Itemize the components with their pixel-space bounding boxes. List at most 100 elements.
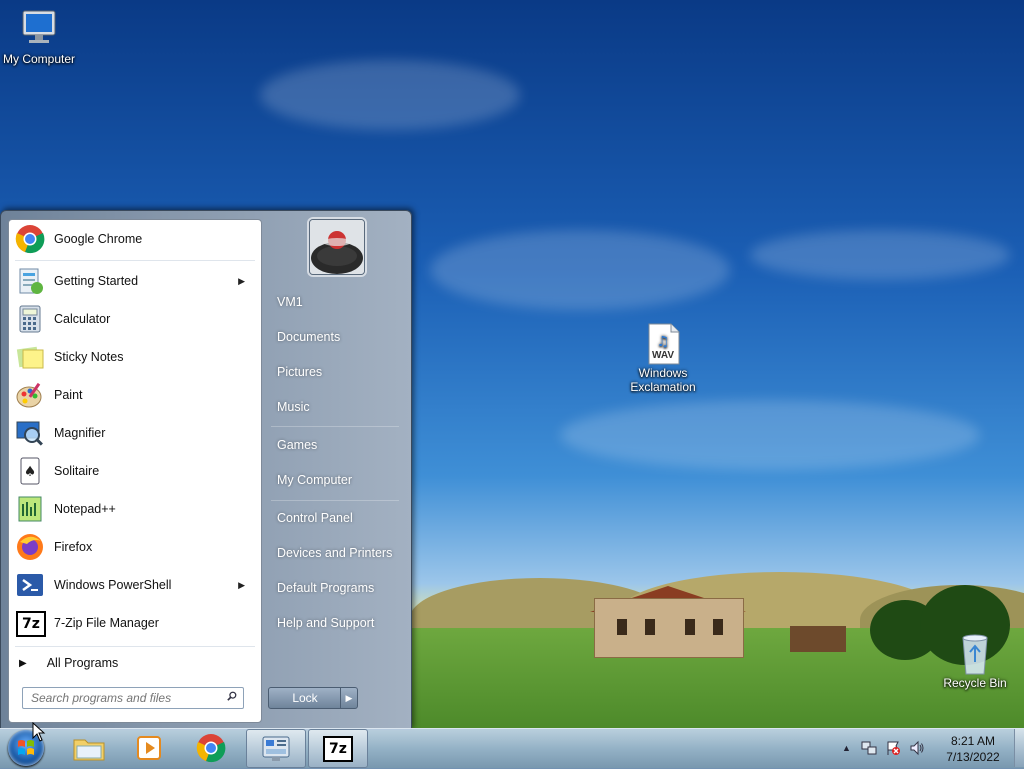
program-label: Solitaire (54, 464, 100, 478)
program-firefox[interactable]: Firefox (13, 530, 257, 564)
program-label: Paint (54, 388, 83, 402)
start-link-label: Default Programs (277, 581, 375, 595)
start-link-label: Documents (277, 330, 341, 344)
separator (15, 646, 255, 647)
program-calculator[interactable]: Calculator (13, 302, 257, 336)
start-link-vm1[interactable]: VM1 (269, 287, 405, 317)
all-programs-label: All Programs (46, 656, 119, 670)
paint-icon (15, 380, 45, 410)
start-link-documents[interactable]: Documents (269, 322, 405, 352)
start-link-music[interactable]: Music (269, 392, 405, 422)
program-label: Windows PowerShell (54, 578, 172, 592)
getting-started-icon (15, 266, 45, 296)
program-7zip[interactable]: 7z 7-Zip File Manager (13, 606, 257, 640)
7zip-icon: 7z (323, 735, 353, 762)
lock-button[interactable]: Lock (268, 687, 342, 709)
media-player-icon (137, 735, 161, 760)
separator (271, 500, 399, 501)
start-link-label: Devices and Printers (277, 546, 393, 560)
taskbar-7zip[interactable]: 7z (308, 729, 368, 768)
program-label: Firefox (54, 540, 93, 554)
program-paint[interactable]: Paint (13, 378, 257, 412)
start-link-pictures[interactable]: Pictures (269, 357, 405, 387)
chrome-icon (196, 733, 226, 762)
desktop-icon-windows-exclamation[interactable]: ♫ WAV Windows Exclamation (620, 322, 706, 394)
search-icon[interactable] (227, 691, 237, 701)
show-hidden-icons-icon[interactable]: ▲ (842, 743, 851, 753)
start-link-label: Control Panel (277, 511, 353, 525)
desktop-icon-label: Windows Exclamation (630, 366, 696, 394)
search-input[interactable] (29, 690, 223, 706)
svg-text:♫: ♫ (657, 334, 670, 350)
7zip-icon-text: 7z (16, 611, 46, 637)
action-center-flag-icon[interactable] (885, 740, 901, 756)
powershell-icon (15, 570, 45, 600)
start-link-games[interactable]: Games (269, 430, 405, 460)
submenu-arrow-icon[interactable]: ▶ (238, 276, 245, 287)
program-notepadpp[interactable]: Notepad++ (13, 492, 257, 526)
submenu-arrow-icon[interactable]: ▶ (238, 580, 245, 591)
start-link-label: VM1 (277, 295, 303, 309)
desktop-icon-my-computer[interactable]: My Computer (0, 8, 82, 66)
program-label: Getting Started (54, 274, 139, 288)
program-solitaire[interactable]: ♠ Solitaire (13, 454, 257, 488)
user-picture[interactable] (309, 219, 365, 275)
program-google-chrome[interactable]: Google Chrome (13, 222, 257, 256)
separator (15, 260, 255, 261)
desktop-icon-label: Recycle Bin (943, 676, 1007, 690)
start-link-label: Help and Support (277, 616, 375, 630)
taskbar-chrome[interactable] (182, 729, 240, 766)
separator (271, 426, 399, 427)
clock[interactable]: 8:21 AM 7/13/2022 (934, 733, 1012, 765)
shutdown-options-arrow-icon[interactable]: ▶ (340, 687, 358, 709)
start-menu: Google Chrome Getting Started ▶ Calculat… (0, 210, 412, 730)
program-label: Sticky Notes (54, 350, 124, 364)
search-box[interactable] (22, 687, 244, 709)
wav-badge: WAV (651, 350, 675, 361)
mouse-cursor-icon (32, 721, 46, 745)
start-link-control-panel[interactable]: Control Panel (269, 503, 405, 533)
solitaire-icon: ♠ (15, 456, 45, 486)
program-sticky-notes[interactable]: Sticky Notes (13, 340, 257, 374)
chrome-icon (15, 224, 45, 254)
show-desktop-button[interactable] (1014, 729, 1024, 767)
start-link-label: Music (277, 400, 310, 414)
programs-pane: Google Chrome Getting Started ▶ Calculat… (8, 219, 262, 723)
firefox-icon (15, 532, 45, 562)
taskbar-explorer[interactable] (60, 729, 118, 766)
program-label: Calculator (54, 312, 111, 326)
start-link-help-support[interactable]: Help and Support (269, 608, 405, 638)
taskbar-control-panel[interactable] (246, 729, 306, 768)
start-link-devices-printers[interactable]: Devices and Printers (269, 538, 405, 568)
start-link-my-computer[interactable]: My Computer (269, 465, 405, 495)
clock-time: 8:21 AM (950, 734, 996, 748)
program-windows-powershell[interactable]: Windows PowerShell ▶ (13, 568, 257, 602)
system-tray: ▲ (842, 728, 925, 768)
start-link-label: Pictures (277, 365, 323, 379)
folder-icon (73, 739, 105, 760)
program-getting-started[interactable]: Getting Started ▶ (13, 264, 257, 298)
network-icon[interactable] (861, 740, 877, 756)
volume-icon[interactable] (909, 740, 925, 756)
magnifier-icon (15, 418, 45, 448)
program-magnifier[interactable]: Magnifier (13, 416, 257, 450)
calculator-icon (15, 304, 45, 334)
start-link-label: Games (277, 438, 318, 452)
svg-text:♠: ♠ (24, 464, 37, 480)
program-label: Notepad++ (54, 502, 116, 516)
computer-icon (17, 8, 61, 48)
recycle-bin-icon (953, 632, 997, 675)
start-link-default-programs[interactable]: Default Programs (269, 573, 405, 603)
taskbar-media-player[interactable] (120, 729, 178, 766)
all-programs-button[interactable]: ▶ All Programs (17, 652, 257, 674)
7zip-icon: 7z (15, 608, 46, 638)
desktop-icon-recycle-bin[interactable]: Recycle Bin (932, 632, 1018, 690)
lock-label: Lock (292, 691, 318, 705)
arrow-right-icon: ▶ (19, 657, 27, 669)
clock-date: 7/13/2022 (946, 750, 1000, 764)
sticky-notes-icon (15, 342, 45, 372)
control-panel-icon (262, 736, 290, 761)
notepadpp-icon (15, 494, 45, 524)
start-link-label: My Computer (277, 473, 353, 487)
program-label: 7-Zip File Manager (54, 616, 159, 630)
